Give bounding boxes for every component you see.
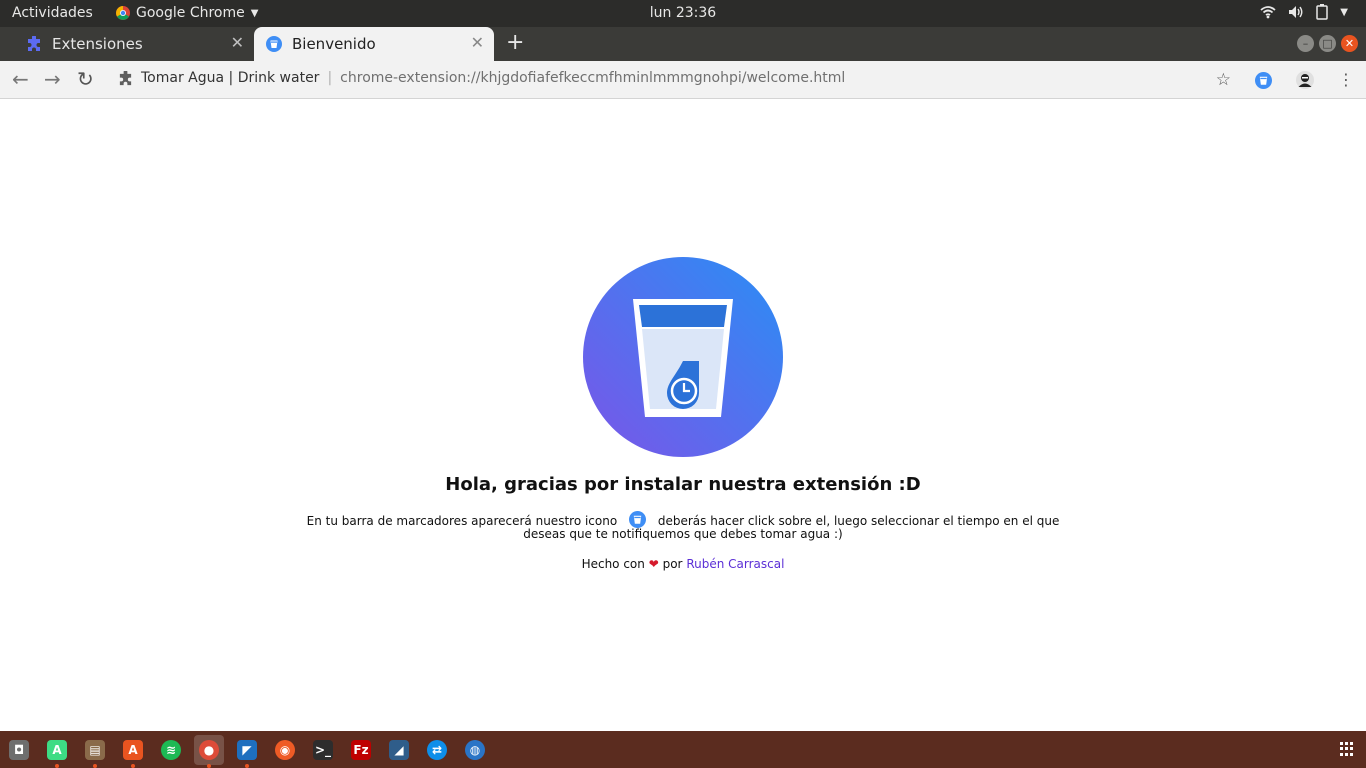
close-tab-icon[interactable]: ✕ bbox=[231, 35, 244, 51]
kebab-menu-icon[interactable]: ⋮ bbox=[1338, 72, 1354, 88]
omnibox[interactable]: Tomar Agua | Drink water | chrome-extens… bbox=[118, 70, 845, 86]
android-studio-icon: A bbox=[47, 740, 67, 760]
dock-software-launcher[interactable]: A bbox=[118, 735, 148, 768]
show-applications-icon[interactable] bbox=[1340, 742, 1354, 756]
terminal-icon: >_ bbox=[313, 740, 333, 760]
page-title: Hola, gracias por instalar nuestra exten… bbox=[445, 474, 921, 495]
tab-title: Extensiones bbox=[52, 35, 143, 53]
omnibox-divider: | bbox=[327, 70, 333, 86]
puzzle-icon bbox=[119, 70, 132, 85]
credit-before: Hecho con bbox=[581, 557, 645, 571]
dock-vscode-launcher[interactable]: ◤ bbox=[232, 735, 262, 768]
dock-filezilla-launcher[interactable]: Fz bbox=[346, 735, 376, 765]
chevron-down-icon: ▼ bbox=[1340, 6, 1348, 18]
new-tab-button[interactable]: + bbox=[506, 31, 524, 55]
gnome-top-bar: Actividades Google Chrome ▼ lun 23:36 ▼ bbox=[0, 0, 1366, 27]
close-tab-icon[interactable]: ✕ bbox=[471, 35, 484, 51]
close-window-icon[interactable]: ✕ bbox=[1341, 35, 1358, 52]
water-glass-logo-icon bbox=[583, 257, 783, 457]
site-name: Tomar Agua | Drink water bbox=[141, 70, 320, 86]
tab-strip: Extensiones ✕ Bienvenido ✕ + – □ ✕ bbox=[0, 27, 1366, 61]
wifi-icon bbox=[1260, 6, 1276, 19]
page-content: Hola, gracias por instalar nuestra exten… bbox=[0, 99, 1366, 731]
chrome-icon: ● bbox=[199, 740, 219, 760]
minimize-icon[interactable]: – bbox=[1297, 35, 1314, 52]
tab-title: Bienvenido bbox=[292, 35, 376, 53]
running-indicator bbox=[245, 764, 249, 768]
dock-screenshot-launcher[interactable]: ◘ bbox=[4, 735, 34, 765]
browser-toolbar: ← → ↻ Tomar Agua | Drink water | chrome-… bbox=[0, 61, 1366, 99]
profile-avatar-icon[interactable] bbox=[1296, 71, 1314, 89]
system-tray[interactable]: ▼ bbox=[1260, 4, 1348, 20]
heart-icon: ❤ bbox=[648, 557, 659, 571]
app-icon: ◍ bbox=[465, 740, 485, 760]
mysql-workbench-icon: ◢ bbox=[389, 740, 409, 760]
forward-arrow-icon[interactable]: → bbox=[44, 69, 61, 89]
reload-icon[interactable]: ↻ bbox=[77, 69, 94, 89]
volume-icon bbox=[1289, 6, 1303, 18]
dock-teamviewer-launcher[interactable]: ⇄ bbox=[422, 735, 452, 765]
filezilla-icon: Fz bbox=[351, 740, 371, 760]
credit-by: por bbox=[662, 557, 683, 571]
software-icon: A bbox=[123, 740, 143, 760]
dock-mysql-workbench-launcher[interactable]: ◢ bbox=[384, 735, 414, 765]
water-extension-icon[interactable] bbox=[1255, 71, 1272, 89]
dock-spotify-launcher[interactable]: ≋ bbox=[156, 735, 186, 765]
running-indicator bbox=[131, 764, 135, 768]
vscode-icon: ◤ bbox=[237, 740, 257, 760]
puzzle-icon bbox=[26, 36, 42, 52]
running-indicator bbox=[93, 764, 97, 768]
dock-postman-launcher[interactable]: ◉ bbox=[270, 735, 300, 765]
teamviewer-icon: ⇄ bbox=[427, 740, 447, 760]
postman-icon: ◉ bbox=[275, 740, 295, 760]
water-glass-favicon-icon bbox=[266, 36, 282, 52]
files-icon: ▤ bbox=[85, 740, 105, 760]
author-link[interactable]: Rubén Carrascal bbox=[686, 557, 784, 571]
credit-line: Hecho con ❤ por Rubén Carrascal bbox=[0, 557, 1366, 571]
description-text: En tu barra de marcadores aparecerá nues… bbox=[300, 511, 1066, 541]
ubuntu-dock: ◘ A ▤ A ≋ ● ◤ ◉ >_ Fz ◢ ⇄ ◍ bbox=[0, 731, 1366, 768]
dock-android-studio-launcher[interactable]: A bbox=[42, 735, 72, 768]
bookmark-star-icon[interactable]: ☆ bbox=[1216, 70, 1231, 90]
spotify-icon: ≋ bbox=[161, 740, 181, 760]
running-indicator bbox=[55, 764, 59, 768]
dock-files-launcher[interactable]: ▤ bbox=[80, 735, 110, 768]
running-indicator bbox=[207, 764, 211, 768]
dock-chrome-launcher[interactable]: ● bbox=[194, 735, 224, 768]
screenshot-icon: ◘ bbox=[9, 740, 29, 760]
dock-app-launcher[interactable]: ◍ bbox=[460, 735, 490, 765]
toolbar-actions: ☆ ⋮ bbox=[1216, 70, 1354, 90]
dock-terminal-launcher[interactable]: >_ bbox=[308, 735, 338, 765]
back-arrow-icon[interactable]: ← bbox=[12, 69, 29, 89]
water-extension-inline-icon bbox=[629, 511, 647, 528]
description-before: En tu barra de marcadores aparecerá nues… bbox=[306, 514, 618, 528]
maximize-icon[interactable]: □ bbox=[1319, 35, 1336, 52]
window-controls: – □ ✕ bbox=[1297, 35, 1358, 52]
clock[interactable]: lun 23:36 bbox=[0, 5, 1366, 21]
battery-icon bbox=[1316, 4, 1329, 20]
tab-extensiones[interactable]: Extensiones ✕ bbox=[14, 27, 254, 61]
url-text[interactable]: chrome-extension://khjgdofiafefkeccmfhmi… bbox=[340, 70, 845, 86]
tab-bienvenido[interactable]: Bienvenido ✕ bbox=[254, 27, 494, 61]
